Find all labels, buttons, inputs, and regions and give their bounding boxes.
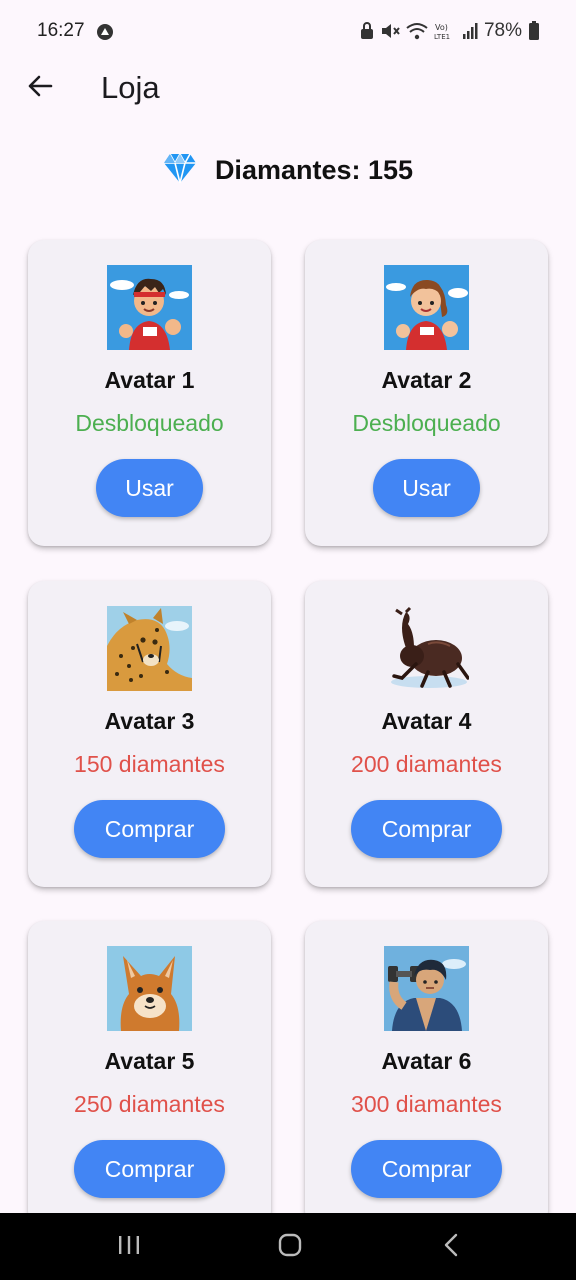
avatar-4-name: Avatar 4 <box>381 708 472 734</box>
avatar-card-3: Avatar 3 150 diamantes Comprar <box>28 581 271 887</box>
lock-icon <box>360 22 374 40</box>
status-icons: Vo) LTE1 78% <box>360 20 540 42</box>
avatar-card-5: Avatar 5 250 diamantes Comprar <box>28 921 271 1227</box>
avatar-6-price: 300 diamantes <box>351 1091 502 1117</box>
avatar-4-price: 200 diamantes <box>351 751 502 777</box>
avatar-3-price: 150 diamantes <box>74 751 225 777</box>
battery-icon <box>528 21 540 41</box>
diamond-count: Diamantes: 155 <box>214 154 414 185</box>
avatar-6-name: Avatar 6 <box>381 1048 472 1074</box>
avatar-4-image <box>384 606 469 691</box>
signal-icon <box>462 22 478 40</box>
home-icon <box>278 1233 302 1262</box>
avatar-3-name: Avatar 3 <box>104 708 195 734</box>
avatar-2-use-button[interactable]: Usar <box>373 459 480 517</box>
avatar-1-image <box>107 265 192 350</box>
avatar-card-1: Avatar 1 Desbloqueado Usar <box>28 240 271 546</box>
battery-text: 78% <box>483 20 522 41</box>
avatar-2-image <box>384 265 469 350</box>
app-bar: Loja <box>0 64 576 112</box>
avatar-4-buy-button[interactable]: Comprar <box>351 800 502 858</box>
home-button[interactable] <box>270 1231 310 1263</box>
system-nav-bar <box>0 1213 576 1280</box>
avatar-5-buy-button[interactable]: Comprar <box>74 1140 225 1198</box>
avatar-card-6: Avatar 6 300 diamantes Comprar <box>305 921 548 1227</box>
avatar-2-status: Desbloqueado <box>352 410 501 436</box>
avatar-5-name: Avatar 5 <box>104 1048 195 1074</box>
arrow-left-icon <box>27 74 53 103</box>
avatar-1-use-button[interactable]: Usar <box>96 459 203 517</box>
avatar-3-buy-button[interactable]: Comprar <box>74 800 225 858</box>
diamond-balance: Diamantes: 155 <box>0 148 576 192</box>
avatar-card-2: Avatar 2 Desbloqueado Usar <box>305 240 548 546</box>
nav-back-icon <box>443 1233 459 1262</box>
recent-apps-icon <box>117 1234 141 1261</box>
svg-text:Vo): Vo) <box>435 23 448 32</box>
avatar-6-image <box>384 946 469 1031</box>
svg-text:LTE1: LTE1 <box>434 33 450 40</box>
back-button[interactable] <box>20 68 60 108</box>
volte-icon: Vo) LTE1 <box>434 22 456 40</box>
avatar-3-image <box>107 606 192 691</box>
status-time: 16:27 <box>37 20 85 41</box>
avatar-6-buy-button[interactable]: Comprar <box>351 1140 502 1198</box>
nav-back-button[interactable] <box>431 1231 471 1263</box>
avatar-card-4: Avatar 4 200 diamantes Comprar <box>305 581 548 887</box>
page-title: Loja <box>101 70 160 105</box>
recent-apps-button[interactable] <box>109 1231 149 1263</box>
avatar-1-status: Desbloqueado <box>75 410 224 436</box>
avatar-5-price: 250 diamantes <box>74 1091 225 1117</box>
mute-icon <box>380 22 400 40</box>
avatar-5-image <box>107 946 192 1031</box>
avatar-1-name: Avatar 1 <box>104 367 195 393</box>
diamond-icon <box>163 151 197 189</box>
avatar-2-name: Avatar 2 <box>381 367 472 393</box>
wifi-icon <box>406 22 428 40</box>
status-bar: 16:27 Vo) LTE1 78% <box>0 0 576 64</box>
notification-icon <box>96 23 114 41</box>
